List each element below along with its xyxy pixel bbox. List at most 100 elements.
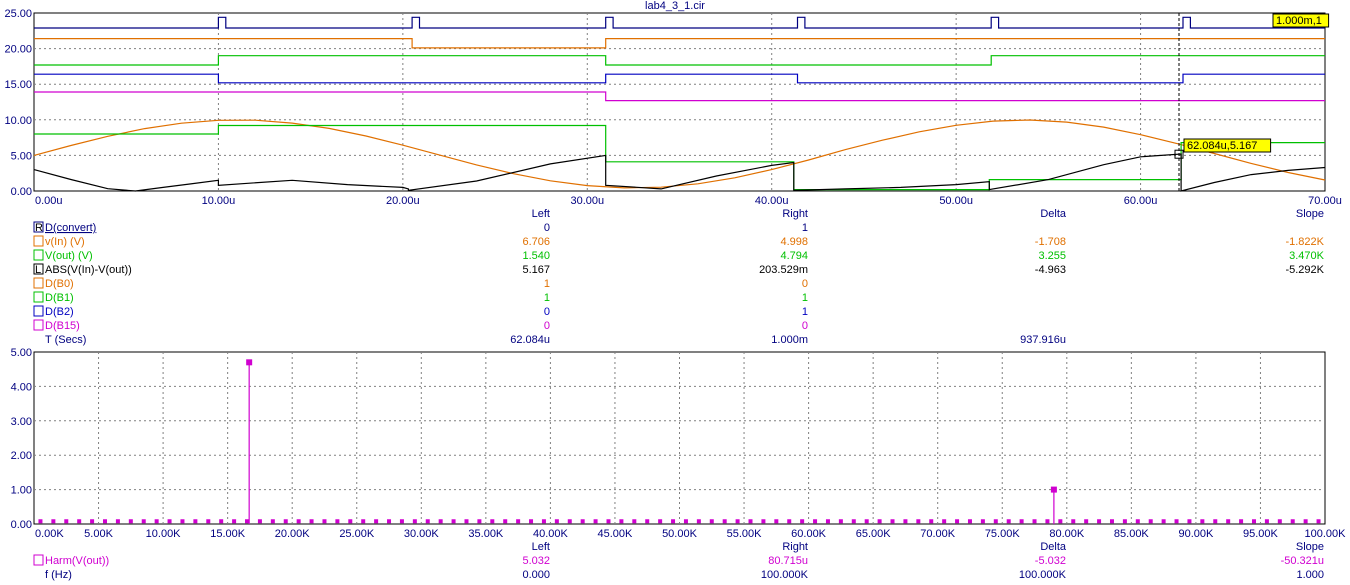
table-cell: -5.032 — [1035, 555, 1066, 567]
table-cell: 0 — [544, 320, 550, 332]
table-cell: -50.321u — [1281, 555, 1324, 567]
plot2-xtick: 65.00K — [856, 528, 892, 540]
table-header: Right — [782, 541, 808, 553]
harmonic-point — [283, 519, 288, 524]
harmonic-point — [412, 519, 417, 524]
table-cell: 3.255 — [1038, 250, 1066, 262]
plot2-xtick: 100.00K — [1305, 528, 1347, 540]
table-cell: 4.794 — [780, 250, 808, 262]
harmonic-point — [516, 519, 521, 524]
plot2-xtick: 75.00K — [985, 528, 1021, 540]
table-cell: 5.167 — [522, 264, 550, 276]
legend-swatch[interactable] — [33, 291, 44, 303]
plot1-xtick: 30.00u — [570, 195, 604, 207]
plot2-xtick: 55.00K — [727, 528, 763, 540]
harmonic-point — [645, 519, 650, 524]
harmonic-point — [128, 519, 133, 524]
table-header: Slope — [1296, 541, 1324, 553]
harmonic-point — [787, 519, 792, 524]
table-cell: 0 — [802, 320, 808, 332]
plot2-xtick: 40.00K — [533, 528, 569, 540]
harmonic-point — [541, 519, 546, 524]
table-x-cell: 1.000m — [771, 334, 808, 346]
table-header: Slope — [1296, 208, 1324, 220]
harmonic-point — [658, 519, 663, 524]
harmonic-point — [1316, 519, 1321, 524]
table-cell: 0 — [544, 222, 550, 234]
harmonic-point — [1019, 519, 1024, 524]
harmonic-point — [348, 519, 353, 524]
legend-swatch[interactable] — [33, 319, 44, 331]
plot2-xtick: 80.00K — [1049, 528, 1085, 540]
legend-name[interactable]: D(convert) — [45, 222, 96, 234]
legend-marker: L — [35, 264, 41, 276]
harmonic-point — [1200, 519, 1205, 524]
cursor-label-left: 62.084u,5.167 — [1187, 140, 1257, 152]
plot2-ytick: 1.00 — [11, 485, 32, 497]
harmonic-point — [141, 519, 146, 524]
table-x-cell: 100.000K — [761, 569, 809, 581]
harmonic-point — [1045, 519, 1050, 524]
legend-swatch[interactable] — [33, 235, 44, 247]
harmonic-point — [748, 519, 753, 524]
harmonic-point — [580, 519, 585, 524]
legend-name[interactable]: Harm(V(out)) — [45, 555, 109, 567]
plot2-xtick: 45.00K — [598, 528, 634, 540]
plot2-xtick: 95.00K — [1243, 528, 1279, 540]
legend-swatch[interactable] — [33, 554, 44, 566]
plot2-ytick: 0.00 — [11, 519, 32, 531]
harmonic-point — [490, 519, 495, 524]
harmonic-point — [464, 519, 469, 524]
legend-swatch[interactable] — [33, 277, 44, 289]
table-cell: -4.963 — [1035, 264, 1066, 276]
harmonics-plot[interactable]: 0.00 1.00 2.00 3.00 4.00 5.00 0.00K 5.00K 10.00K… — [11, 347, 1347, 540]
legend-name[interactable]: ABS(V(In)-V(out)) — [45, 264, 132, 276]
legend-name[interactable]: D(B2) — [45, 306, 74, 318]
harmonic-point — [1135, 519, 1140, 524]
legend-swatch[interactable] — [33, 249, 44, 261]
plot2-xtick: 60.00K — [791, 528, 827, 540]
harmonic-peak — [1050, 486, 1057, 493]
table-header: Right — [782, 208, 808, 220]
plot1-xtick: 20.00u — [386, 195, 420, 207]
harmonic-point — [825, 519, 830, 524]
harmonic-point — [206, 519, 211, 524]
plot2-xtick: 30.00K — [404, 528, 440, 540]
legend-name[interactable]: D(B1) — [45, 292, 74, 304]
plot1-ytick: 15.00 — [4, 79, 32, 91]
table-header: Delta — [1040, 208, 1067, 220]
harmonic-point — [451, 519, 456, 524]
harmonic-point — [1303, 519, 1308, 524]
plot2-xtick: 0.00K — [35, 528, 64, 540]
harmonic-point — [942, 519, 947, 524]
legend-swatch[interactable] — [33, 305, 44, 317]
legend-name[interactable]: V(out) (V) — [45, 250, 93, 262]
table-x-cell: 62.084u — [510, 334, 550, 346]
harmonic-point — [51, 519, 56, 524]
harmonic-point — [64, 519, 69, 524]
plot2-ytick: 5.00 — [11, 347, 32, 359]
harmonic-point — [1097, 519, 1102, 524]
table-header: Left — [532, 208, 550, 220]
harmonic-point — [1058, 519, 1063, 524]
table-cell: 80.715u — [768, 555, 808, 567]
harmonic-point — [774, 519, 779, 524]
harmonic-point — [503, 519, 508, 524]
legend-name[interactable]: v(In) (V) — [45, 236, 85, 248]
legend-name[interactable]: D(B0) — [45, 278, 74, 290]
harmonic-point — [993, 519, 998, 524]
harmonic-point — [1084, 519, 1089, 524]
harmonic-point — [167, 519, 172, 524]
harmonic-point — [309, 519, 314, 524]
table-x-cell: 937.916u — [1020, 334, 1066, 346]
table-cell: 5.032 — [522, 555, 550, 567]
harmonic-point — [219, 519, 224, 524]
harmonic-point — [593, 519, 598, 524]
harmonic-point — [606, 519, 611, 524]
legend-name[interactable]: D(B15) — [45, 320, 80, 332]
table-header: Delta — [1040, 541, 1067, 553]
time-domain-plot[interactable]: 0.00 5.00 10.00 15.00 20.00 25.00 0.00u 10.00u 2… — [4, 8, 1341, 207]
table-cell: 0 — [544, 306, 550, 318]
plot2-xtick: 10.00K — [146, 528, 182, 540]
harmonic-point — [529, 519, 534, 524]
